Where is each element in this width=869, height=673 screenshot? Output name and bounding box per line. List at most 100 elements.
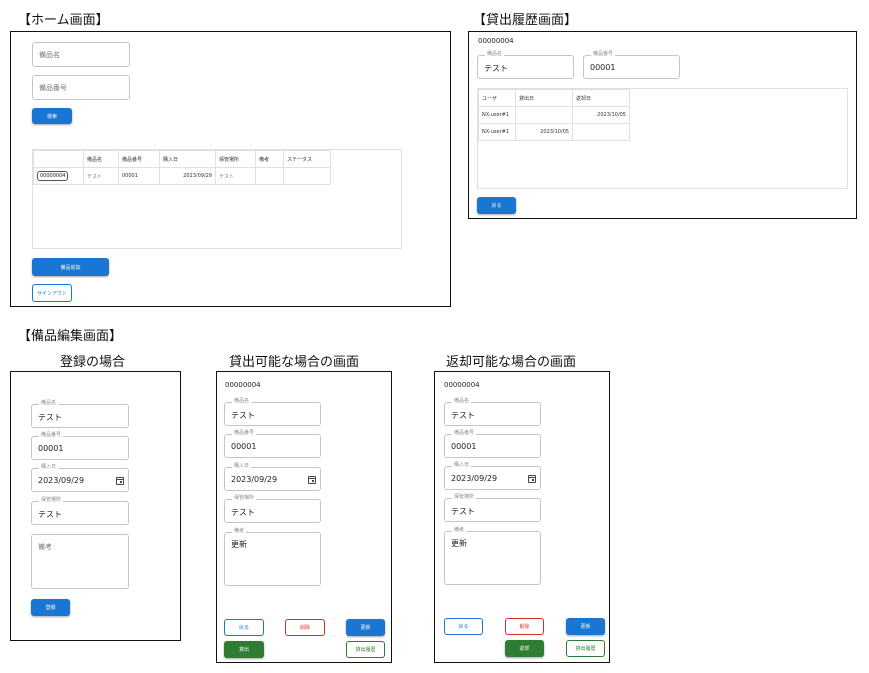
field-value: テスト [451, 507, 475, 516]
table-cell: 2023/09/29 [159, 167, 216, 185]
column-header: 備品番号 [118, 150, 160, 168]
field-label: 備品番号 [591, 51, 616, 57]
column-header: 備品名 [83, 150, 119, 168]
name-search-input[interactable]: 備品名 [32, 42, 130, 67]
name-input[interactable]: 備品名 テスト [31, 400, 129, 428]
update-button[interactable]: 更新 [346, 619, 385, 636]
name-input[interactable]: 備品名 テスト [224, 398, 321, 426]
history-screen: 00000004 備品名 テスト 備品番号 00001 ユーザ 貸出日 返却日 … [468, 31, 857, 219]
field-value: 2023/09/29 [38, 476, 85, 485]
field-value: テスト [231, 508, 255, 517]
back-button[interactable]: 戻る [444, 618, 483, 635]
column-header [33, 150, 84, 168]
field-value: 00001 [451, 442, 477, 451]
update-button[interactable]: 更新 [566, 618, 605, 635]
history-section-title: 【貸出履歴画面】 [473, 13, 578, 28]
item-id-button[interactable]: 00000004 [37, 171, 69, 181]
number-search-input[interactable]: 備品番号 [32, 75, 130, 100]
purchase-date-input[interactable]: 購入日 2023/09/29 [444, 462, 541, 490]
field-label: 購入日 [232, 463, 252, 469]
table-header-row: 備品名 備品番号 購入日 保管場所 備考 ステータス [33, 150, 331, 168]
table-cell: 00000004 [33, 167, 84, 185]
field-label: 保管場所 [39, 497, 64, 503]
location-input[interactable]: 保管場所 テスト [444, 494, 541, 522]
item-id: 00000004 [225, 381, 261, 389]
field-value: 更新 [231, 540, 247, 549]
field-value: 00001 [38, 444, 64, 453]
back-button[interactable]: 戻る [477, 197, 516, 214]
note-placeholder: 備考 [38, 543, 52, 551]
field-value: 00001 [231, 442, 257, 451]
lend-button[interactable]: 貸出 [224, 641, 264, 658]
return-button[interactable]: 返却 [505, 640, 544, 657]
search-button[interactable]: 検索 [32, 108, 72, 124]
column-header: ユーザ [478, 89, 516, 107]
field-value: テスト [231, 411, 255, 420]
name-input[interactable]: 備品名 テスト [444, 398, 541, 426]
register-screen: 備品名 テスト 備品番号 00001 購入日 2023/09/29 保管場所 テ… [10, 371, 181, 641]
calendar-icon[interactable] [308, 476, 316, 484]
table-cell: 00001 [118, 167, 160, 185]
table-cell: テスト [83, 167, 119, 185]
field-label: 備考 [452, 527, 467, 533]
location-input[interactable]: 保管場所 テスト [31, 497, 129, 525]
history-number-field: 備品番号 00001 [583, 51, 680, 79]
table-row: 00000004 テスト 00001 2023/09/29 テスト [33, 167, 331, 185]
column-header: 貸出日 [515, 89, 573, 107]
delete-button[interactable]: 削除 [505, 618, 544, 635]
number-search-placeholder: 備品番号 [39, 84, 67, 92]
number-input[interactable]: 備品番号 00001 [31, 432, 129, 460]
field-value: テスト [38, 413, 62, 422]
note-textarea[interactable]: 備考 更新 [224, 528, 321, 586]
delete-button[interactable]: 削除 [285, 619, 325, 636]
sign-out-button[interactable]: サインアウト [32, 284, 72, 302]
note-textarea[interactable]: 備考 [31, 534, 129, 589]
note-textarea[interactable]: 備考 更新 [444, 527, 541, 585]
table-row: NX-user#1 2023/10/05 [478, 106, 630, 124]
register-button[interactable]: 登録 [31, 599, 70, 616]
column-header: 購入日 [159, 150, 216, 168]
table-cell: NX-user#1 [478, 123, 516, 141]
field-value: 更新 [451, 539, 467, 548]
edit-section-title: 【備品編集画面】 [18, 329, 123, 344]
table-cell: 2023/10/05 [572, 106, 630, 124]
table-cell: テスト [215, 167, 256, 185]
field-label: 備品名 [485, 51, 505, 57]
column-header: 返却日 [572, 89, 630, 107]
back-button[interactable]: 戻る [224, 619, 264, 636]
field-label: 備品名 [39, 400, 59, 406]
purchase-date-input[interactable]: 購入日 2023/09/29 [224, 463, 321, 491]
home-section-title: 【ホーム画面】 [18, 13, 109, 28]
number-input[interactable]: 備品番号 00001 [444, 430, 541, 458]
table-cell [515, 106, 573, 124]
lending-history-button[interactable]: 貸出履歴 [346, 641, 385, 658]
field-label: 備品番号 [452, 430, 477, 436]
number-input[interactable]: 備品番号 00001 [224, 430, 321, 458]
field-value: 2023/09/29 [451, 474, 498, 483]
field-value: テスト [451, 411, 475, 420]
home-screen: 備品名 備品番号 検索 備品名 備品番号 購入日 保管場所 備考 ステータス 0… [10, 31, 451, 307]
field-label: 備品名 [232, 398, 252, 404]
field-label: 備考 [232, 528, 247, 534]
location-input[interactable]: 保管場所 テスト [224, 495, 321, 523]
calendar-icon[interactable] [528, 475, 536, 483]
field-value: テスト [484, 64, 508, 73]
table-cell [572, 123, 630, 141]
column-header: ステータス [283, 150, 331, 168]
purchase-date-input[interactable]: 購入日 2023/09/29 [31, 464, 129, 492]
column-header: 備考 [255, 150, 284, 168]
history-grid: ユーザ 貸出日 返却日 NX-user#1 2023/10/05 NX-user… [478, 89, 630, 141]
lending-history-button[interactable]: 貸出履歴 [566, 640, 605, 657]
add-equipment-button[interactable]: 備品追加 [32, 258, 109, 276]
field-label: 備品名 [452, 398, 472, 404]
lendable-screen: 00000004 備品名 テスト 備品番号 00001 購入日 2023/09/… [216, 371, 392, 663]
table-header-row: ユーザ 貸出日 返却日 [478, 89, 630, 107]
table-cell: 2023/10/05 [515, 123, 573, 141]
name-search-placeholder: 備品名 [39, 51, 60, 59]
calendar-icon[interactable] [116, 477, 124, 485]
table-cell: NX-user#1 [478, 106, 516, 124]
register-caption: 登録の場合 [60, 355, 126, 370]
field-label: 保管場所 [452, 494, 477, 500]
table-cell [283, 167, 331, 185]
field-label: 備品番号 [232, 430, 257, 436]
